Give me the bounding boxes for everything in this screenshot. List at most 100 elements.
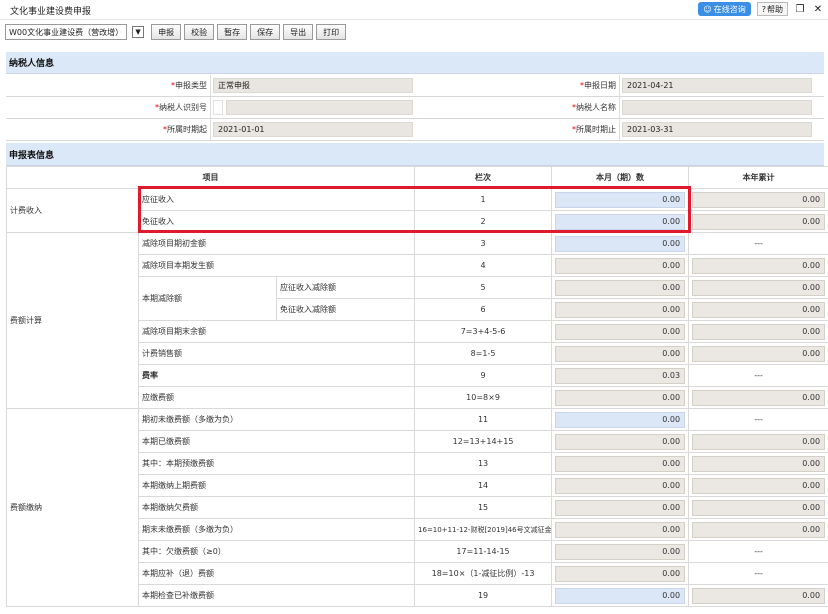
row-col: 13 [414, 452, 553, 475]
row-col: 9 [414, 364, 553, 387]
row-item: 应征收入 [137, 188, 416, 211]
row-item: 本期应补（退）费额 [137, 562, 416, 585]
current-input[interactable]: 0.00 [555, 235, 686, 252]
current-value: 0.00 [555, 257, 686, 274]
row-item: 免征收入 [137, 210, 416, 233]
current-value: 0.00 [555, 433, 686, 450]
ytd-value: 0.00 [692, 455, 826, 472]
export-button[interactable]: 导出 [283, 24, 314, 40]
ytd-value: 0.00 [692, 345, 826, 362]
ytd-value: --- [688, 408, 828, 431]
temp-save-button[interactable]: 暂存 [217, 24, 248, 40]
row-col: 2 [414, 210, 553, 233]
chevron-down-icon[interactable]: ▼ [132, 26, 145, 38]
row-col: 14 [414, 474, 553, 497]
online-consult-button[interactable]: ☺ 在线咨询 [698, 2, 751, 16]
declaration-table: 项目 栏次 本月（期）数 本年累计 计费收入 应征收入 1 0.00 0.00 … [5, 166, 828, 607]
declare-button[interactable]: 申报 [151, 24, 182, 40]
fee-type-select[interactable]: W00文化事业建设费（营改增） [5, 24, 128, 40]
info-row-3: *所属时期起 2021-01-01 *所属时期止 2021-03-31 [6, 119, 824, 141]
ytd-value: 0.00 [692, 323, 826, 340]
ytd-value: 0.00 [692, 213, 826, 230]
row-col: 8=1-5 [414, 342, 553, 365]
row-col: 17=11-14-15 [414, 540, 553, 563]
window-title: 文化事业建设费申报 [10, 7, 92, 17]
ytd-value: 0.00 [692, 191, 826, 208]
row-item: 本期已缴费额 [137, 430, 416, 453]
row-col: 4 [414, 254, 553, 277]
info-row-2: *纳税人识别号 *纳税人名称 [6, 97, 824, 119]
row-item: 应征收入减除额 [275, 276, 416, 299]
declaration-section-title: 申报表信息 [9, 150, 55, 161]
row-col: 15 [414, 496, 553, 519]
row-item: 本期缴纳上期费额 [137, 474, 416, 497]
ytd-value: 0.00 [692, 389, 826, 406]
fee-type-value: W00文化事业建设费（营改增） [9, 27, 124, 37]
row-col: 7=3+4-5-6 [414, 320, 553, 343]
period-end-field[interactable]: 2021-03-31 [622, 122, 812, 137]
decl-type-label: *申报类型 [6, 75, 211, 96]
period-start-field[interactable]: 2021-01-01 [213, 122, 413, 137]
row-item: 减除项目本期发生额 [137, 254, 416, 277]
declaration-section-header: 申报表信息 [6, 143, 824, 166]
print-button[interactable]: 打印 [316, 24, 347, 40]
save-button[interactable]: 保存 [250, 24, 281, 40]
table-row: 费额计算 减除项目期初金额 3 0.00 --- [6, 232, 828, 409]
current-value: 0.00 [555, 301, 686, 318]
header-current: 本月（期）数 [551, 166, 690, 189]
help-button[interactable]: ? 帮助 [756, 2, 788, 16]
current-input[interactable]: 0.00 [555, 587, 686, 604]
group-label: 计费收入 [6, 188, 139, 233]
ytd-value: --- [688, 364, 828, 387]
current-value: 0.00 [555, 477, 686, 494]
header-col: 栏次 [414, 166, 553, 189]
current-value: 0.03 [555, 367, 686, 384]
period-end-label: *所属时期止 [416, 119, 620, 140]
taxpayer-section-header: 纳税人信息 [6, 52, 824, 74]
taxpayer-name-label: *纳税人名称 [416, 97, 620, 118]
current-value: 0.00 [555, 389, 686, 406]
row-item: 期初未缴费额（多缴为负） [137, 408, 416, 431]
header-ytd: 本年累计 [688, 166, 828, 189]
taxpayer-id-label: *纳税人识别号 [6, 97, 211, 118]
current-value: 0.00 [555, 345, 686, 362]
decl-type-field[interactable]: 正常申报 [213, 78, 413, 93]
row-item: 计费销售额 [137, 342, 416, 365]
ytd-value: 0.00 [692, 301, 826, 318]
row-item: 减除项目期末余额 [137, 320, 416, 343]
decl-date-field[interactable]: 2021-04-21 [622, 78, 812, 93]
close-icon[interactable]: ✕ [812, 4, 824, 15]
online-consult-label: 在线咨询 [713, 4, 746, 14]
table-row: 费额缴纳 期初未缴费额（多缴为负） 11 0.00 --- [6, 408, 828, 607]
current-value: 0.00 [555, 279, 686, 296]
row-col: 16=10+11-12-财税[2019]46号文减征金额 [414, 518, 553, 541]
taxpayer-name-field[interactable] [622, 100, 812, 115]
row-item: 本期缴纳欠费额 [137, 496, 416, 519]
header-item: 项目 [5, 166, 416, 189]
row-col: 6 [414, 298, 553, 321]
title-bar: 文化事业建设费申报 ☺ 在线咨询 ? 帮助 ❐ ✕ [0, 0, 828, 20]
ytd-value: 0.00 [692, 587, 826, 604]
ytd-value: --- [688, 232, 828, 255]
group-label: 费额计算 [6, 232, 139, 409]
current-input[interactable]: 0.00 [555, 411, 686, 428]
ytd-value: 0.00 [692, 279, 826, 296]
ytd-value: 0.00 [692, 433, 826, 450]
ytd-value: 0.00 [692, 521, 826, 538]
taxpayer-id-field[interactable] [213, 100, 223, 115]
current-input[interactable]: 0.00 [555, 191, 686, 208]
restore-icon[interactable]: ❐ [794, 4, 806, 15]
row-col: 1 [414, 188, 553, 211]
row-item: 其中：欠缴费额（≥0） [137, 540, 416, 563]
question-icon: ? [761, 4, 766, 14]
toolbar: W00文化事业建设费（营改增） ▼ 申报 校验 暂存 保存 导出 打印 [0, 20, 828, 44]
ytd-value: 0.00 [692, 257, 826, 274]
current-value: 0.00 [555, 323, 686, 340]
current-value: 0.00 [555, 499, 686, 516]
current-input[interactable]: 0.00 [555, 213, 686, 230]
validate-button[interactable]: 校验 [184, 24, 215, 40]
row-item: 期末未缴费额（多缴为负） [137, 518, 416, 541]
row-item: 费率 [137, 364, 416, 387]
ytd-value: 0.00 [692, 499, 826, 516]
ytd-value: --- [688, 540, 828, 563]
